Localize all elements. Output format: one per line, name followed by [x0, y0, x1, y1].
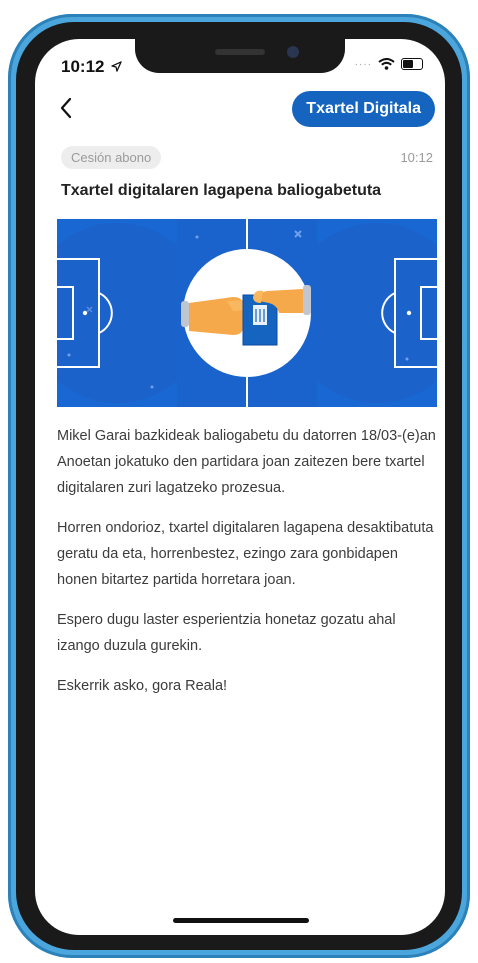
message-time: 10:12	[400, 150, 433, 165]
message-paragraph: Eskerrik asko, gora Reala!	[57, 678, 228, 694]
location-arrow-icon	[111, 61, 122, 72]
chevron-left-icon	[60, 97, 72, 119]
message-body: Mikel Garai bazkideak baliogabetu du dat…	[57, 423, 439, 713]
speaker	[215, 49, 265, 55]
status-time: 10:12	[61, 57, 122, 77]
football-pitch-illustration	[57, 219, 437, 407]
battery-icon	[401, 58, 423, 70]
digital-ticket-button[interactable]: Txartel Digitala	[292, 91, 435, 127]
home-indicator[interactable]	[173, 918, 309, 923]
front-camera	[287, 46, 299, 58]
app-screen: 10:12 ···· Txartel Digitala Cesión abono…	[35, 39, 445, 935]
message-title: Txartel digitalaren lagapena baliogabetu…	[61, 182, 382, 199]
message-paragraph: Espero dugu laster esperientzia honetaz …	[57, 612, 396, 654]
hero-illustration	[57, 219, 437, 407]
status-time-text: 10:12	[61, 57, 105, 76]
wifi-icon	[378, 58, 395, 70]
back-button[interactable]	[53, 95, 79, 121]
message-paragraph: Horren ondorioz, txartel digitalaren lag…	[57, 520, 434, 588]
status-icons: ····	[355, 58, 423, 70]
signal-dots-icon: ····	[354, 58, 372, 70]
message-category-tag: Cesión abono	[61, 146, 162, 169]
notch	[135, 39, 345, 73]
message-paragraph: Mikel Garai bazkideak baliogabetu du dat…	[57, 428, 436, 496]
